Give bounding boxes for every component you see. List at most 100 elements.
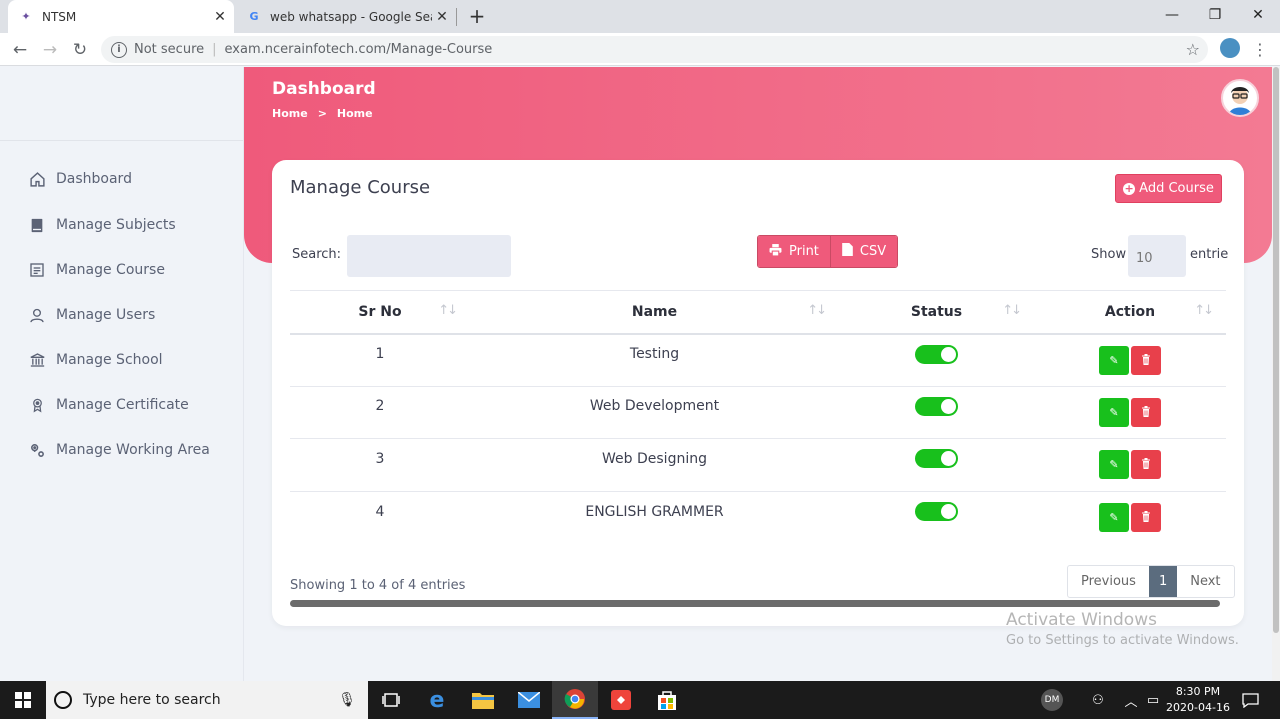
- sidebar-item-manage-school[interactable]: Manage School: [28, 348, 163, 372]
- sidebar-item-label: Manage Subjects: [56, 217, 176, 233]
- chrome-taskbar-button[interactable]: [552, 681, 598, 719]
- sr-no-cell: 4: [375, 503, 385, 520]
- sidebar-item-manage-working-area[interactable]: Manage Working Area: [28, 438, 210, 462]
- close-window-button[interactable]: ✕: [1236, 0, 1280, 30]
- action-cell: ✎: [1034, 439, 1226, 492]
- close-tab-icon[interactable]: ✕: [432, 9, 452, 25]
- sort-icon[interactable]: ↑↓: [438, 303, 458, 318]
- clock-date: 2020-04-16: [1166, 701, 1230, 714]
- trash-icon: [1142, 353, 1150, 365]
- sort-icon[interactable]: ↑↓: [1002, 303, 1022, 318]
- new-tab-button[interactable]: +: [466, 4, 488, 28]
- sidebar-item-label: Dashboard: [56, 171, 132, 187]
- microphone-icon[interactable]: 🎙: [338, 692, 356, 708]
- print-button[interactable]: Print: [758, 236, 830, 267]
- table-horizontal-scrollbar[interactable]: [290, 600, 1220, 607]
- taskbar-search-box[interactable]: Type here to search 🎙: [46, 681, 368, 719]
- page-length-select[interactable]: 10: [1128, 235, 1186, 277]
- sidebar-item-manage-course[interactable]: Manage Course: [28, 258, 165, 282]
- bookmark-star-icon[interactable]: ☆: [1186, 40, 1200, 59]
- task-view-button[interactable]: [368, 681, 414, 719]
- status-cell: [839, 334, 1034, 387]
- breadcrumb-current[interactable]: Home: [337, 107, 373, 120]
- status-cell: [839, 439, 1034, 492]
- edge-taskbar-button[interactable]: e: [414, 681, 460, 719]
- status-toggle[interactable]: [915, 449, 958, 469]
- delete-button[interactable]: [1131, 450, 1161, 480]
- column-header-sr-no[interactable]: Sr No ↑↓: [290, 291, 470, 334]
- delete-button[interactable]: [1131, 345, 1161, 375]
- omnibox[interactable]: i Not secure | exam.ncerainfotech.com/Ma…: [101, 36, 1208, 63]
- file-explorer-taskbar-button[interactable]: [460, 681, 506, 719]
- user-avatar[interactable]: [1221, 79, 1259, 117]
- page-scrollbar[interactable]: [1272, 67, 1280, 681]
- url-text[interactable]: exam.ncerainfotech.com/Manage-Course: [225, 42, 493, 57]
- start-button[interactable]: [0, 681, 46, 719]
- scrollbar-thumb[interactable]: [1273, 67, 1279, 633]
- sort-icon[interactable]: ↑↓: [807, 303, 827, 318]
- manage-course-card: Manage Course + Add Course Search: Print…: [272, 160, 1244, 626]
- anydesk-taskbar-button[interactable]: [598, 681, 644, 719]
- next-page-button[interactable]: Next: [1177, 566, 1233, 597]
- user-badge[interactable]: DM: [1040, 681, 1064, 719]
- add-course-button[interactable]: + Add Course: [1115, 174, 1222, 203]
- action-cell: ✎: [1034, 491, 1226, 544]
- edit-button[interactable]: ✎: [1099, 345, 1129, 375]
- delete-button[interactable]: [1131, 397, 1161, 427]
- column-header-name[interactable]: Name ↑↓: [470, 291, 839, 334]
- profile-avatar-icon[interactable]: [1220, 38, 1240, 58]
- csv-label: CSV: [859, 244, 887, 259]
- edit-button[interactable]: ✎: [1099, 503, 1129, 532]
- sort-icon[interactable]: ↑↓: [1194, 303, 1214, 318]
- browser-menu-icon[interactable]: ⋮: [1252, 40, 1268, 59]
- sidebar-item-manage-certificate[interactable]: Manage Certificate: [28, 393, 189, 417]
- info-icon[interactable]: i: [111, 41, 127, 58]
- close-tab-icon[interactable]: ✕: [210, 9, 230, 25]
- anydesk-icon: [611, 690, 631, 710]
- status-toggle[interactable]: [915, 344, 958, 364]
- back-arrow-icon[interactable]: ←: [8, 38, 32, 62]
- sidebar-item-manage-subjects[interactable]: Manage Subjects: [28, 213, 176, 237]
- maximize-button[interactable]: ❐: [1193, 0, 1237, 30]
- column-header-status[interactable]: Status ↑↓: [839, 291, 1034, 334]
- file-icon: [842, 243, 853, 260]
- page-1-button[interactable]: 1: [1148, 566, 1178, 597]
- tab-ntsm[interactable]: ✦ NTSM ✕: [8, 0, 234, 33]
- pencil-icon: ✎: [1109, 353, 1119, 367]
- battery-icon[interactable]: ▭: [1144, 681, 1162, 719]
- list-icon: [28, 261, 46, 279]
- status-toggle[interactable]: [915, 502, 958, 521]
- sidebar-item-dashboard[interactable]: Dashboard: [28, 167, 132, 191]
- export-buttons: Print CSV: [757, 235, 899, 268]
- system-clock[interactable]: 8:30 PM 2020-04-16: [1166, 684, 1230, 716]
- column-label: Name: [631, 303, 678, 320]
- location-icon: [28, 441, 46, 459]
- csv-button[interactable]: CSV: [829, 236, 898, 267]
- delete-button[interactable]: [1131, 503, 1161, 532]
- edit-button[interactable]: ✎: [1099, 450, 1129, 480]
- activate-windows-title: Activate Windows: [1006, 610, 1157, 630]
- minimize-button[interactable]: —: [1150, 0, 1194, 30]
- card-title: Manage Course: [290, 177, 431, 198]
- breadcrumb-home-link[interactable]: Home: [272, 107, 308, 120]
- people-icon[interactable]: ⚇: [1088, 681, 1108, 719]
- windows-taskbar: Type here to search 🎙 e DM ⚇ ︿ ▭ 8:30 PM…: [0, 681, 1280, 719]
- notification-icon[interactable]: [1238, 681, 1262, 719]
- reload-icon[interactable]: ↻: [68, 38, 92, 62]
- column-header-action[interactable]: Action ↑↓: [1034, 291, 1226, 334]
- table-info: Showing 1 to 4 of 4 entries: [290, 578, 466, 593]
- tab-google-search[interactable]: G web whatsapp - Google Search ✕: [236, 0, 456, 33]
- edit-button[interactable]: ✎: [1099, 397, 1129, 427]
- mail-taskbar-button[interactable]: [506, 681, 552, 719]
- sidebar-item-manage-users[interactable]: Manage Users: [28, 303, 155, 327]
- page-title: Dashboard: [272, 79, 376, 99]
- status-cell: [839, 386, 1034, 439]
- status-toggle[interactable]: [915, 396, 958, 416]
- forward-arrow-icon[interactable]: →: [38, 38, 62, 62]
- previous-page-button[interactable]: Previous: [1068, 566, 1149, 597]
- store-taskbar-button[interactable]: [644, 681, 690, 719]
- search-input[interactable]: [347, 235, 511, 277]
- sidebar-item-label: Manage Course: [56, 262, 165, 278]
- sidebar: Dashboard Manage Subjects Manage Course …: [0, 67, 244, 681]
- chevron-up-icon[interactable]: ︿: [1122, 681, 1140, 719]
